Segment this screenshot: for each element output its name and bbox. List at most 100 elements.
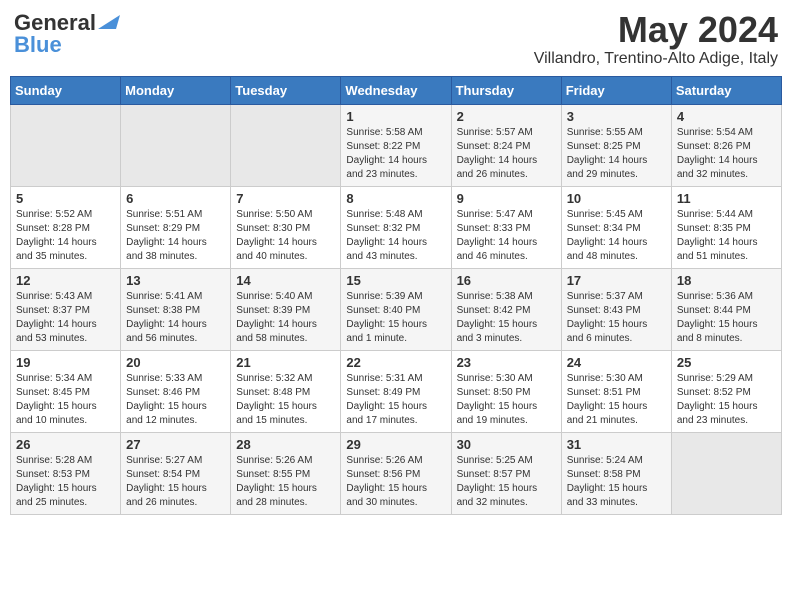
cell-info: Sunrise: 5:26 AM Sunset: 8:55 PM Dayligh… xyxy=(236,454,335,510)
day-number: 14 xyxy=(236,273,335,288)
day-number: 11 xyxy=(677,191,776,206)
day-number: 5 xyxy=(16,191,115,206)
cell-info: Sunrise: 5:48 AM Sunset: 8:32 PM Dayligh… xyxy=(346,208,445,264)
calendar-week-row: 19 Sunrise: 5:34 AM Sunset: 8:45 PM Dayli… xyxy=(11,350,782,432)
day-number: 9 xyxy=(457,191,556,206)
cell-info: Sunrise: 5:52 AM Sunset: 8:28 PM Dayligh… xyxy=(16,208,115,264)
day-number: 7 xyxy=(236,191,335,206)
cell-info: Sunrise: 5:31 AM Sunset: 8:49 PM Dayligh… xyxy=(346,372,445,428)
calendar-cell: 12Sunrise: 5:43 AM Sunset: 8:37 PM Dayli… xyxy=(11,268,121,350)
cell-info: Sunrise: 5:50 AM Sunset: 8:30 PM Dayligh… xyxy=(236,208,335,264)
cell-info: Sunrise: 5:28 AM Sunset: 8:53 PM Dayligh… xyxy=(16,454,115,510)
column-header-friday: Friday xyxy=(561,76,671,104)
logo: General Blue xyxy=(14,10,120,58)
cell-info: Sunrise: 5:54 AM Sunset: 8:26 PM Dayligh… xyxy=(677,126,776,182)
calendar-cell: 31Sunrise: 5:24 AM Sunset: 8:58 PM Dayli… xyxy=(561,432,671,514)
cell-info: Sunrise: 5:55 AM Sunset: 8:25 PM Dayligh… xyxy=(567,126,666,182)
calendar-cell: 15 Sunrise: 5:39 AM Sunset: 8:40 PM Dayli… xyxy=(341,268,451,350)
calendar-week-row: 12Sunrise: 5:43 AM Sunset: 8:37 PM Dayli… xyxy=(11,268,782,350)
calendar-cell: 16 Sunrise: 5:38 AM Sunset: 8:42 PM Dayli… xyxy=(451,268,561,350)
day-number: 22 xyxy=(346,355,445,370)
calendar-cell: 14Sunrise: 5:40 AM Sunset: 8:39 PM Dayli… xyxy=(231,268,341,350)
cell-info: Sunrise: 5:34 AM Sunset: 8:45 PM Dayligh… xyxy=(16,372,115,428)
calendar-cell: 17 Sunrise: 5:37 AM Sunset: 8:43 PM Dayli… xyxy=(561,268,671,350)
title-block: May 2024 Villandro, Trentino-Alto Adige,… xyxy=(534,10,778,68)
cell-info: Sunrise: 5:58 AM Sunset: 8:22 PM Dayligh… xyxy=(346,126,445,182)
calendar-cell: 30 Sunrise: 5:25 AM Sunset: 8:57 PM Dayli… xyxy=(451,432,561,514)
calendar-cell: 6 Sunrise: 5:51 AM Sunset: 8:29 PM Daylig… xyxy=(121,186,231,268)
calendar-cell: 18Sunrise: 5:36 AM Sunset: 8:44 PM Dayli… xyxy=(671,268,781,350)
location-subtitle: Villandro, Trentino-Alto Adige, Italy xyxy=(534,50,778,68)
calendar-cell: 27 Sunrise: 5:27 AM Sunset: 8:54 PM Dayli… xyxy=(121,432,231,514)
cell-info: Sunrise: 5:41 AM Sunset: 8:38 PM Dayligh… xyxy=(126,290,225,346)
cell-info: Sunrise: 5:30 AM Sunset: 8:51 PM Dayligh… xyxy=(567,372,666,428)
cell-info: Sunrise: 5:24 AM Sunset: 8:58 PM Dayligh… xyxy=(567,454,666,510)
cell-info: Sunrise: 5:38 AM Sunset: 8:42 PM Dayligh… xyxy=(457,290,556,346)
logo-wing-icon xyxy=(98,11,120,29)
day-number: 30 xyxy=(457,437,556,452)
calendar-cell: 10Sunrise: 5:45 AM Sunset: 8:34 PM Dayli… xyxy=(561,186,671,268)
calendar-cell: 24 Sunrise: 5:30 AM Sunset: 8:51 PM Dayli… xyxy=(561,350,671,432)
cell-info: Sunrise: 5:37 AM Sunset: 8:43 PM Dayligh… xyxy=(567,290,666,346)
calendar-week-row: 26 Sunrise: 5:28 AM Sunset: 8:53 PM Dayli… xyxy=(11,432,782,514)
column-header-thursday: Thursday xyxy=(451,76,561,104)
cell-info: Sunrise: 5:26 AM Sunset: 8:56 PM Dayligh… xyxy=(346,454,445,510)
cell-info: Sunrise: 5:39 AM Sunset: 8:40 PM Dayligh… xyxy=(346,290,445,346)
column-header-wednesday: Wednesday xyxy=(341,76,451,104)
day-number: 3 xyxy=(567,109,666,124)
cell-info: Sunrise: 5:47 AM Sunset: 8:33 PM Dayligh… xyxy=(457,208,556,264)
day-number: 17 xyxy=(567,273,666,288)
day-number: 20 xyxy=(126,355,225,370)
calendar-cell xyxy=(231,104,341,186)
calendar-cell: 19 Sunrise: 5:34 AM Sunset: 8:45 PM Dayli… xyxy=(11,350,121,432)
calendar-cell: 29 Sunrise: 5:26 AM Sunset: 8:56 PM Dayli… xyxy=(341,432,451,514)
cell-info: Sunrise: 5:29 AM Sunset: 8:52 PM Dayligh… xyxy=(677,372,776,428)
calendar-cell: 25 Sunrise: 5:29 AM Sunset: 8:52 PM Dayli… xyxy=(671,350,781,432)
calendar-cell xyxy=(671,432,781,514)
calendar-cell: 2Sunrise: 5:57 AM Sunset: 8:24 PM Daylig… xyxy=(451,104,561,186)
calendar-week-row: 1Sunrise: 5:58 AM Sunset: 8:22 PM Daylig… xyxy=(11,104,782,186)
calendar-cell: 13 Sunrise: 5:41 AM Sunset: 8:38 PM Dayli… xyxy=(121,268,231,350)
day-number: 19 xyxy=(16,355,115,370)
day-number: 28 xyxy=(236,437,335,452)
cell-info: Sunrise: 5:30 AM Sunset: 8:50 PM Dayligh… xyxy=(457,372,556,428)
calendar-table: SundayMondayTuesdayWednesdayThursdayFrid… xyxy=(10,76,782,515)
calendar-cell: 28 Sunrise: 5:26 AM Sunset: 8:55 PM Dayli… xyxy=(231,432,341,514)
cell-info: Sunrise: 5:33 AM Sunset: 8:46 PM Dayligh… xyxy=(126,372,225,428)
day-number: 29 xyxy=(346,437,445,452)
day-number: 15 xyxy=(346,273,445,288)
calendar-week-row: 5 Sunrise: 5:52 AM Sunset: 8:28 PM Daylig… xyxy=(11,186,782,268)
logo-blue: Blue xyxy=(14,32,62,58)
calendar-cell: 26 Sunrise: 5:28 AM Sunset: 8:53 PM Dayli… xyxy=(11,432,121,514)
day-number: 26 xyxy=(16,437,115,452)
cell-info: Sunrise: 5:51 AM Sunset: 8:29 PM Dayligh… xyxy=(126,208,225,264)
calendar-cell: 5 Sunrise: 5:52 AM Sunset: 8:28 PM Daylig… xyxy=(11,186,121,268)
calendar-cell: 1Sunrise: 5:58 AM Sunset: 8:22 PM Daylig… xyxy=(341,104,451,186)
day-number: 6 xyxy=(126,191,225,206)
cell-info: Sunrise: 5:27 AM Sunset: 8:54 PM Dayligh… xyxy=(126,454,225,510)
calendar-cell: 8 Sunrise: 5:48 AM Sunset: 8:32 PM Daylig… xyxy=(341,186,451,268)
logo-general: General xyxy=(14,10,96,35)
day-number: 25 xyxy=(677,355,776,370)
day-number: 13 xyxy=(126,273,225,288)
cell-info: Sunrise: 5:25 AM Sunset: 8:57 PM Dayligh… xyxy=(457,454,556,510)
cell-info: Sunrise: 5:44 AM Sunset: 8:35 PM Dayligh… xyxy=(677,208,776,264)
day-number: 8 xyxy=(346,191,445,206)
page-header: General Blue May 2024 Villandro, Trentin… xyxy=(10,10,782,68)
calendar-cell: 20 Sunrise: 5:33 AM Sunset: 8:46 PM Dayli… xyxy=(121,350,231,432)
column-header-tuesday: Tuesday xyxy=(231,76,341,104)
day-number: 23 xyxy=(457,355,556,370)
day-number: 18 xyxy=(677,273,776,288)
calendar-cell xyxy=(11,104,121,186)
calendar-cell xyxy=(121,104,231,186)
calendar-cell: 22 Sunrise: 5:31 AM Sunset: 8:49 PM Dayli… xyxy=(341,350,451,432)
day-number: 16 xyxy=(457,273,556,288)
cell-info: Sunrise: 5:43 AM Sunset: 8:37 PM Dayligh… xyxy=(16,290,115,346)
day-number: 27 xyxy=(126,437,225,452)
column-header-sunday: Sunday xyxy=(11,76,121,104)
month-year-title: May 2024 xyxy=(534,10,778,50)
cell-info: Sunrise: 5:45 AM Sunset: 8:34 PM Dayligh… xyxy=(567,208,666,264)
day-number: 24 xyxy=(567,355,666,370)
day-number: 2 xyxy=(457,109,556,124)
calendar-cell: 11 Sunrise: 5:44 AM Sunset: 8:35 PM Dayli… xyxy=(671,186,781,268)
